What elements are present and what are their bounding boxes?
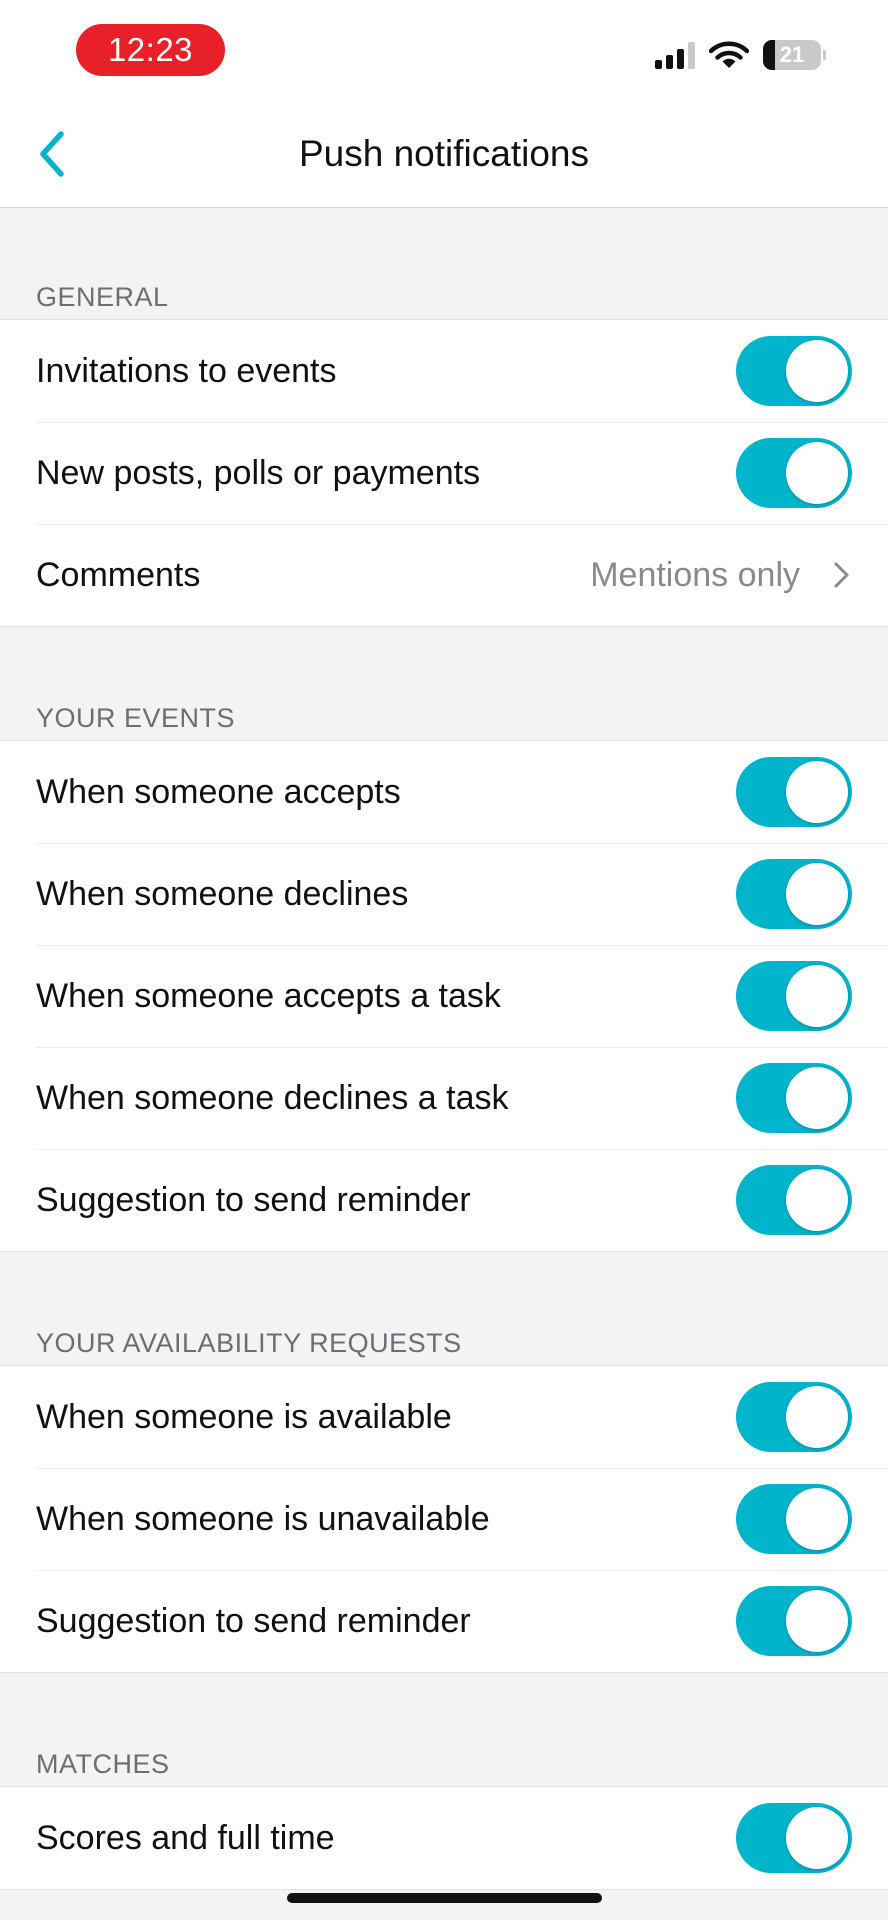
page-title: Push notifications <box>298 132 589 174</box>
setting-new-posts: New posts, polls or payments <box>0 422 888 524</box>
setting-label: Scores and full time <box>36 1818 335 1857</box>
availability-reminder-toggle[interactable] <box>736 1586 852 1656</box>
setting-label: When someone is available <box>36 1397 452 1436</box>
status-time[interactable]: 12:23 <box>76 24 225 76</box>
someone-declines-toggle[interactable] <box>736 859 852 929</box>
setting-declines-task: When someone declines a task <box>0 1047 888 1149</box>
status-icons: 21 <box>655 40 826 70</box>
battery-nub <box>823 50 826 60</box>
setting-someone-declines: When someone declines <box>0 843 888 945</box>
general-group: Invitations to events New posts, polls o… <box>0 319 888 627</box>
setting-someone-available: When someone is available <box>0 1366 888 1468</box>
setting-accepts-task: When someone accepts a task <box>0 945 888 1047</box>
scores-toggle[interactable] <box>736 1803 852 1873</box>
setting-someone-accepts: When someone accepts <box>0 741 888 843</box>
setting-label: When someone declines <box>36 874 409 913</box>
someone-available-toggle[interactable] <box>736 1382 852 1452</box>
chevron-right-icon <box>834 562 849 588</box>
setting-label: Suggestion to send reminder <box>36 1180 471 1219</box>
setting-label: Comments <box>36 555 201 594</box>
setting-invitations-to-events: Invitations to events <box>0 320 888 422</box>
setting-label: When someone accepts a task <box>36 976 501 1015</box>
status-bar: 12:23 21 <box>0 0 888 100</box>
someone-unavailable-toggle[interactable] <box>736 1484 852 1554</box>
wifi-icon <box>709 41 749 68</box>
matches-group: Scores and full time <box>0 1786 888 1890</box>
your-events-group: When someone accepts When someone declin… <box>0 740 888 1252</box>
setting-comments[interactable]: Comments Mentions only <box>0 524 888 626</box>
setting-someone-unavailable: When someone is unavailable <box>0 1468 888 1570</box>
setting-label: Suggestion to send reminder <box>36 1601 471 1640</box>
declines-task-toggle[interactable] <box>736 1063 852 1133</box>
invitations-toggle[interactable] <box>736 336 852 406</box>
section-header-availability: YOUR AVAILABILITY REQUESTS <box>36 1328 462 1358</box>
section-header-general: GENERAL <box>36 282 169 312</box>
new-posts-toggle[interactable] <box>736 438 852 508</box>
accepts-task-toggle[interactable] <box>736 961 852 1031</box>
home-indicator[interactable] <box>287 1893 602 1903</box>
setting-availability-reminder: Suggestion to send reminder <box>0 1570 888 1672</box>
back-button[interactable] <box>30 128 74 180</box>
event-reminder-toggle[interactable] <box>736 1165 852 1235</box>
comments-value: Mentions only <box>590 555 800 594</box>
setting-label: When someone accepts <box>36 772 401 811</box>
section-header-matches: MATCHES <box>36 1749 170 1779</box>
battery-level: 21 <box>779 42 805 67</box>
setting-event-reminder: Suggestion to send reminder <box>0 1149 888 1251</box>
setting-label: Invitations to events <box>36 351 337 390</box>
setting-scores-full-time: Scores and full time <box>0 1787 888 1889</box>
availability-group: When someone is available When someone i… <box>0 1365 888 1673</box>
chevron-left-icon <box>40 131 64 177</box>
setting-label: When someone declines a task <box>36 1078 509 1117</box>
navigation-bar: Push notifications <box>0 100 888 208</box>
someone-accepts-toggle[interactable] <box>736 757 852 827</box>
section-header-your-events: YOUR EVENTS <box>36 703 236 733</box>
battery-icon: 21 <box>763 40 821 70</box>
setting-label: New posts, polls or payments <box>36 453 481 492</box>
cellular-signal-icon <box>655 41 695 69</box>
setting-label: When someone is unavailable <box>36 1499 490 1538</box>
